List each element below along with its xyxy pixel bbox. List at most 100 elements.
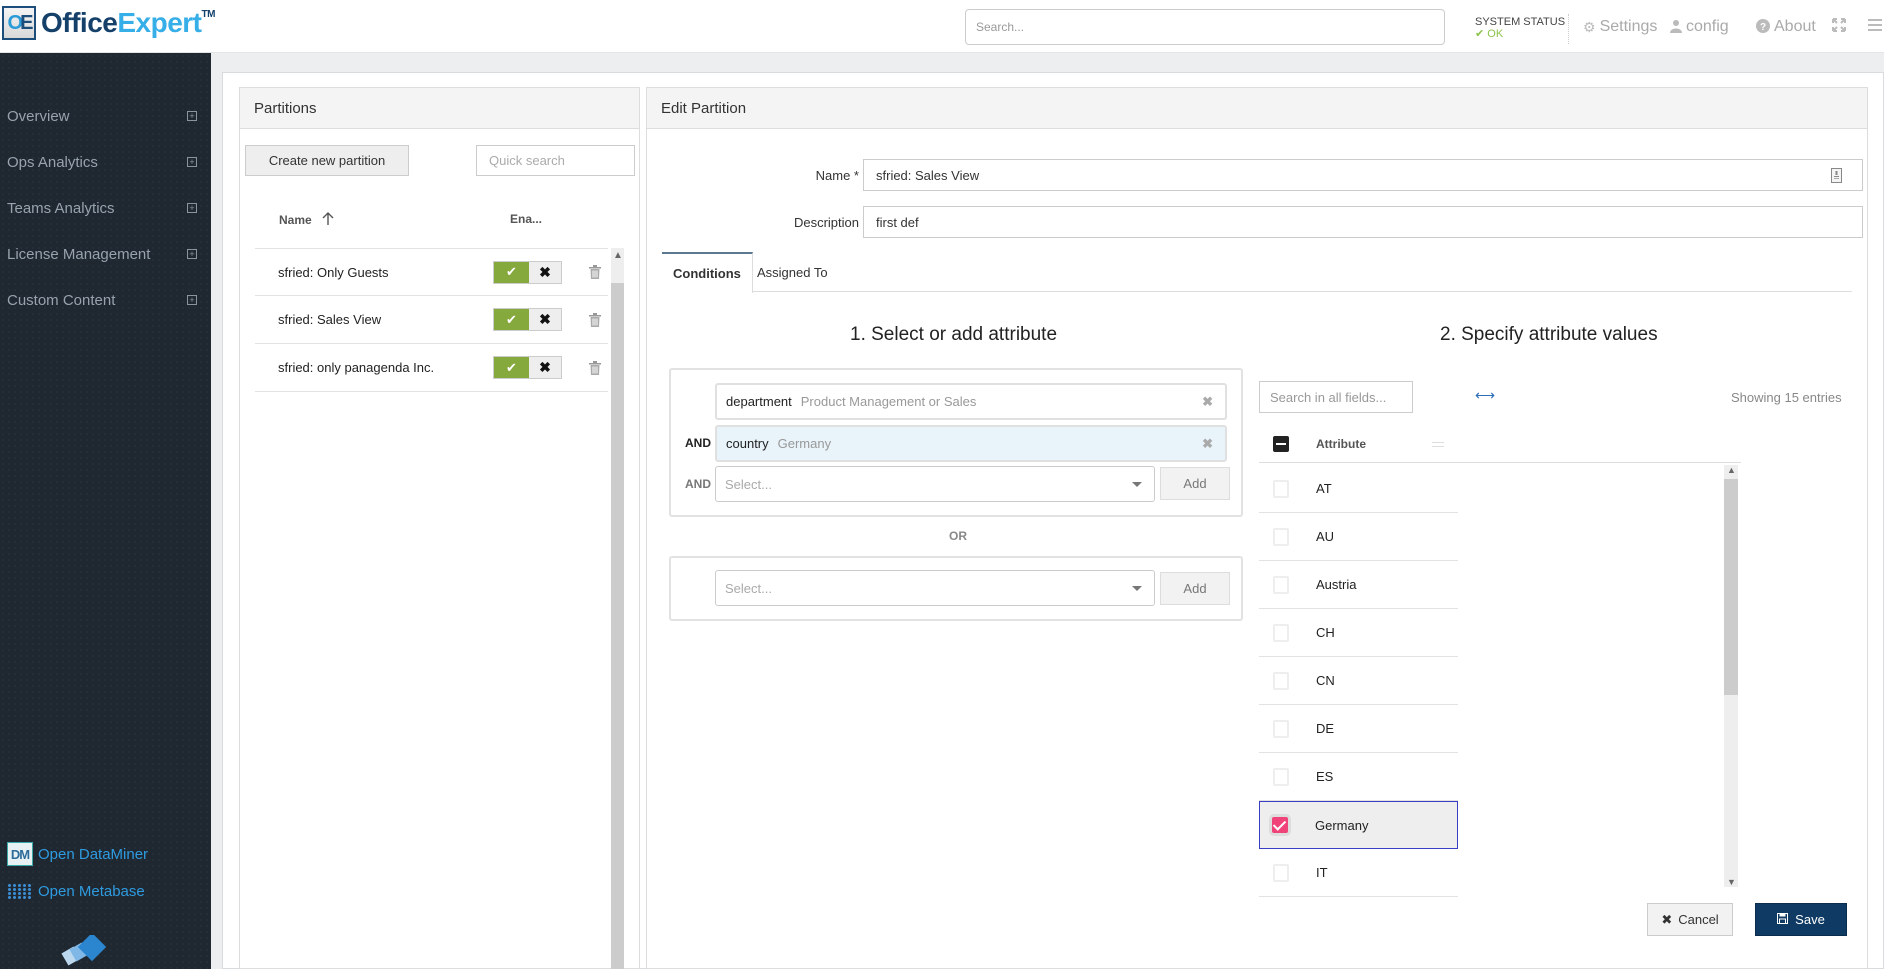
attribute-value-row[interactable]: DE (1259, 705, 1458, 753)
attribute-value-row[interactable]: AU (1259, 513, 1458, 561)
attribute-value-label: AU (1316, 529, 1335, 544)
attribute-value-row[interactable]: CN (1259, 657, 1458, 705)
column-header-enabled[interactable]: Ena... (510, 212, 542, 226)
checkbox[interactable] (1273, 623, 1289, 642)
attribute-value-row[interactable]: CH (1259, 609, 1458, 657)
settings-link[interactable]: ⚙ Settings (1583, 18, 1657, 36)
sidebar-item-license-management[interactable]: License Management + (0, 234, 211, 274)
checkbox[interactable] (1273, 527, 1289, 546)
trash-icon[interactable] (589, 312, 601, 327)
condition-group: department Product Management or Sales ✖… (669, 368, 1243, 517)
expand-plus-icon: + (187, 157, 197, 167)
edit-partition-panel: Edit Partition Name * sfried: Sales View… (646, 87, 1868, 969)
sidebar-item-teams-analytics[interactable]: Teams Analytics + (0, 188, 211, 228)
about-link[interactable]: ? About (1756, 18, 1816, 36)
trash-icon[interactable] (589, 265, 601, 279)
partition-row[interactable]: sfried: Sales View ✔ ✖ (255, 296, 608, 344)
app-logo[interactable]: OE OfficeExpertTM (2, 6, 215, 40)
contact-card-icon[interactable] (1831, 168, 1842, 186)
disable-x-icon[interactable]: ✖ (529, 261, 561, 283)
condition-chip[interactable]: department Product Management or Sales ✖ (715, 383, 1227, 420)
user-link[interactable]: config (1670, 18, 1729, 36)
vendor-logo-icon (60, 932, 110, 969)
scroll-up-icon[interactable]: ▲ (1727, 465, 1736, 475)
description-field[interactable]: first def (863, 206, 1863, 238)
enable-check-icon[interactable]: ✔ (494, 309, 529, 330)
condition-key: country (726, 436, 769, 451)
menu-button[interactable] (1868, 18, 1882, 34)
sidebar-item-ops-analytics[interactable]: Ops Analytics + (0, 142, 211, 182)
attribute-value-label: IT (1316, 865, 1328, 880)
enable-check-icon[interactable]: ✔ (494, 261, 529, 283)
partition-row[interactable]: sfried: only panagenda Inc. ✔ ✖ (255, 344, 608, 392)
partition-list-scrollbar[interactable]: ▲ (611, 248, 624, 969)
checkbox[interactable] (1273, 575, 1289, 594)
tab-conditions[interactable]: Conditions (662, 252, 753, 293)
add-condition-button[interactable]: Add (1160, 467, 1230, 500)
showing-entries-text: Showing 15 entries (1731, 390, 1842, 405)
expand-plus-icon: + (187, 249, 197, 259)
enabled-toggle[interactable]: ✔ ✖ (493, 308, 562, 331)
name-field[interactable]: sfried: Sales View (863, 159, 1863, 191)
column-header-name[interactable]: Name (279, 212, 334, 228)
partition-row[interactable]: sfried: Only Guests ✔ ✖ (255, 248, 608, 296)
partition-name: sfried: only panagenda Inc. (278, 360, 435, 375)
attribute-values-search-input[interactable] (1259, 381, 1413, 413)
scroll-down-icon[interactable]: ▼ (1727, 877, 1736, 887)
attribute-select[interactable]: Select... (715, 570, 1155, 606)
header-divider (1568, 14, 1569, 44)
resize-horizontal-icon[interactable]: ⟷ (1475, 387, 1495, 404)
create-partition-button[interactable]: Create new partition (245, 145, 409, 176)
attribute-values-scrollbar[interactable]: ▲ ▼ (1724, 465, 1738, 887)
attribute-value-label: ES (1316, 769, 1334, 784)
attribute-value-row[interactable]: Germany (1259, 801, 1458, 849)
logo-text-expert: Expert (117, 7, 202, 38)
hamburger-icon (1868, 18, 1882, 34)
open-metabase-label: Open Metabase (38, 882, 145, 900)
checkbox[interactable] (1273, 719, 1289, 738)
attribute-value-row[interactable]: Austria (1259, 561, 1458, 609)
checkbox[interactable] (1273, 479, 1289, 498)
checkbox[interactable] (1273, 863, 1289, 882)
checkbox[interactable] (1273, 671, 1289, 690)
partition-name: sfried: Only Guests (278, 264, 389, 280)
open-metabase-link[interactable]: Open Metabase (7, 878, 145, 904)
sidebar-item-overview[interactable]: Overview + (0, 96, 211, 136)
tab-assigned-to[interactable]: Assigned To (746, 252, 839, 292)
column-drag-handle-icon[interactable] (1432, 441, 1444, 447)
save-button[interactable]: Save (1755, 903, 1847, 936)
sidebar-item-custom-content[interactable]: Custom Content + (0, 280, 211, 320)
scroll-up-icon[interactable]: ▲ (613, 250, 623, 261)
enabled-toggle[interactable]: ✔ ✖ (493, 260, 562, 284)
remove-condition-icon[interactable]: ✖ (1202, 394, 1213, 410)
checkbox[interactable] (1273, 767, 1289, 786)
cancel-button[interactable]: ✖ Cancel (1647, 903, 1733, 936)
sidebar-item-label: Teams Analytics (7, 199, 115, 217)
sidebar-item-label: Custom Content (7, 291, 116, 309)
condition-group: Select... Add (669, 556, 1243, 621)
scrollbar-thumb[interactable] (1724, 479, 1738, 695)
disable-x-icon[interactable]: ✖ (529, 309, 561, 330)
open-dataminer-link[interactable]: DM Open DataMiner (7, 842, 148, 866)
column-header-name-label: Name (279, 213, 312, 227)
add-condition-button[interactable]: Add (1160, 572, 1230, 605)
enabled-toggle[interactable]: ✔ ✖ (493, 356, 562, 379)
attribute-value-row[interactable]: IT (1259, 849, 1458, 897)
description-label: Description (793, 215, 859, 230)
condition-key: department (726, 394, 792, 409)
quick-search-input[interactable] (476, 145, 635, 176)
attribute-select[interactable]: Select... (715, 466, 1155, 502)
remove-condition-icon[interactable]: ✖ (1202, 436, 1213, 452)
fullscreen-button[interactable] (1832, 18, 1846, 35)
global-search-input[interactable] (965, 9, 1445, 45)
attribute-column-label[interactable]: Attribute (1316, 437, 1366, 451)
checkbox-checked[interactable] (1269, 814, 1291, 836)
condition-chip-selected[interactable]: country Germany ✖ (715, 425, 1227, 462)
system-status: SYSTEM STATUS ✔ OK (1475, 16, 1565, 40)
trash-icon[interactable] (589, 360, 601, 375)
disable-x-icon[interactable]: ✖ (529, 357, 561, 378)
attribute-value-row[interactable]: AT (1259, 465, 1458, 513)
enable-check-icon[interactable]: ✔ (494, 357, 529, 378)
attribute-value-row[interactable]: ES (1259, 753, 1458, 801)
select-all-checkbox[interactable] (1273, 436, 1289, 452)
